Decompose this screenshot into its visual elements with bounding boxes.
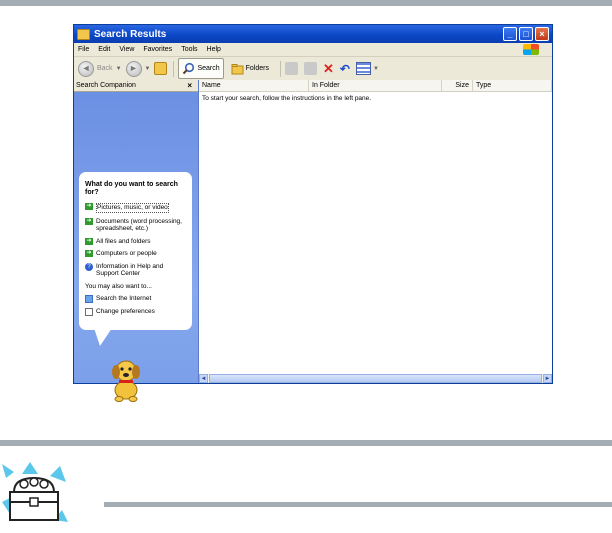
horizontal-scrollbar[interactable]: ◄ ► [199,374,552,383]
option-search-internet-label: Search the Internet [96,295,152,302]
toolbar-separator [280,60,281,77]
forward-dropdown-icon[interactable]: ▼ [145,66,151,72]
help-question-icon: ? [85,262,93,271]
green-arrow-icon: ➜ [85,217,93,225]
search-dog-icon[interactable] [106,354,146,402]
option-pictures[interactable]: ➜ Pictures, music, or video [85,203,187,213]
option-search-internet[interactable]: Search the Internet [85,295,187,303]
option-preferences[interactable]: Change preferences [85,308,187,316]
menu-favorites[interactable]: Favorites [143,46,172,53]
move-to-icon[interactable] [285,62,298,75]
section-rule [0,440,612,446]
menu-view[interactable]: View [119,46,134,53]
menu-bar: File Edit View Favorites Tools Help [74,43,552,57]
option-preferences-label: Change preferences [96,308,155,315]
forward-arrow-icon[interactable]: ► [125,60,142,77]
folder-icon [77,28,90,40]
views-icon[interactable] [355,62,371,75]
green-arrow-icon: ➜ [85,250,93,257]
search-button[interactable]: Search [178,58,224,79]
window-title: Search Results [94,28,167,40]
search-options-bubble: What do you want to search for? ➜ Pictur… [79,172,192,330]
copy-to-icon[interactable] [304,62,317,75]
menu-help[interactable]: Help [207,46,221,53]
preferences-icon [85,308,93,316]
search-button-label: Search [197,65,220,72]
option-help[interactable]: ? Information in Help and Support Center [85,262,187,278]
back-arrow-icon[interactable]: ◄ [78,60,94,77]
option-computers[interactable]: ➜ Computers or people [85,250,187,258]
column-header: Name In Folder Size Type [199,80,552,92]
empty-results-message: To start your search, follow the instruc… [202,95,372,102]
folders-icon [231,64,244,75]
search-results-window: Search Results _ □ × File Edit View Favo… [73,24,553,402]
green-arrow-icon: ➜ [85,203,93,210]
undo-icon[interactable]: ↶ [340,62,350,76]
search-question: What do you want to search for? [85,181,178,196]
results-pane: Name In Folder Size Type To start your s… [199,80,552,383]
option-pictures-label: Pictures, music, or video [96,203,169,213]
option-documents-label: Documents (word processing, spreadsheet,… [96,217,182,233]
column-type[interactable]: Type [473,80,552,91]
back-dropdown-icon[interactable]: ▼ [116,66,122,72]
toolbar-separator [173,60,175,77]
column-size[interactable]: Size [442,80,473,91]
also-want-label: You may also want to... [85,282,152,290]
scroll-right-icon[interactable]: ► [543,374,552,383]
maximize-button[interactable]: □ [519,27,533,41]
option-computers-label: Computers or people [96,250,157,257]
bubble-tail [94,328,112,346]
views-dropdown-icon[interactable]: ▼ [373,66,379,72]
option-all-files-label: All files and folders [96,237,151,245]
magnifier-icon [183,62,195,75]
close-button[interactable]: × [535,27,549,41]
note-rule [104,502,612,507]
minimize-button[interactable]: _ [503,27,517,41]
scroll-left-icon[interactable]: ◄ [199,374,208,383]
title-bar[interactable]: Search Results _ □ × [74,25,552,43]
search-companion-header: Search Companion × [74,80,198,92]
menu-edit[interactable]: Edit [98,46,110,53]
windows-logo-icon [523,44,539,55]
folders-button[interactable]: Folders [228,59,272,78]
top-rule [0,0,612,6]
search-companion-title: Search Companion [76,82,136,89]
internet-search-icon [85,295,93,303]
toolbar: ◄ Back ▼ ► ▼ Search Folders ✕ ↶ ▼ [74,57,552,81]
treasure-chest-icon [2,462,68,522]
back-button-label[interactable]: Back [97,65,113,72]
scroll-thumb[interactable] [209,374,542,383]
search-companion-pane: Search Companion × What do you want to s… [74,80,199,402]
delete-icon[interactable]: ✕ [323,61,334,77]
option-documents[interactable]: ➜ Documents (word processing, spreadshee… [85,217,187,233]
column-in-folder[interactable]: In Folder [309,80,442,91]
option-help-label: Information in Help and Support Center [96,262,164,278]
column-name[interactable]: Name [199,80,309,91]
option-all-files[interactable]: ➜ All files and folders [85,237,187,246]
up-folder-icon[interactable] [154,62,168,75]
green-arrow-icon: ➜ [85,237,93,245]
menu-file[interactable]: File [78,46,89,53]
pane-close-icon[interactable]: × [187,81,198,90]
folders-button-label: Folders [245,65,269,72]
menu-tools[interactable]: Tools [181,46,197,53]
